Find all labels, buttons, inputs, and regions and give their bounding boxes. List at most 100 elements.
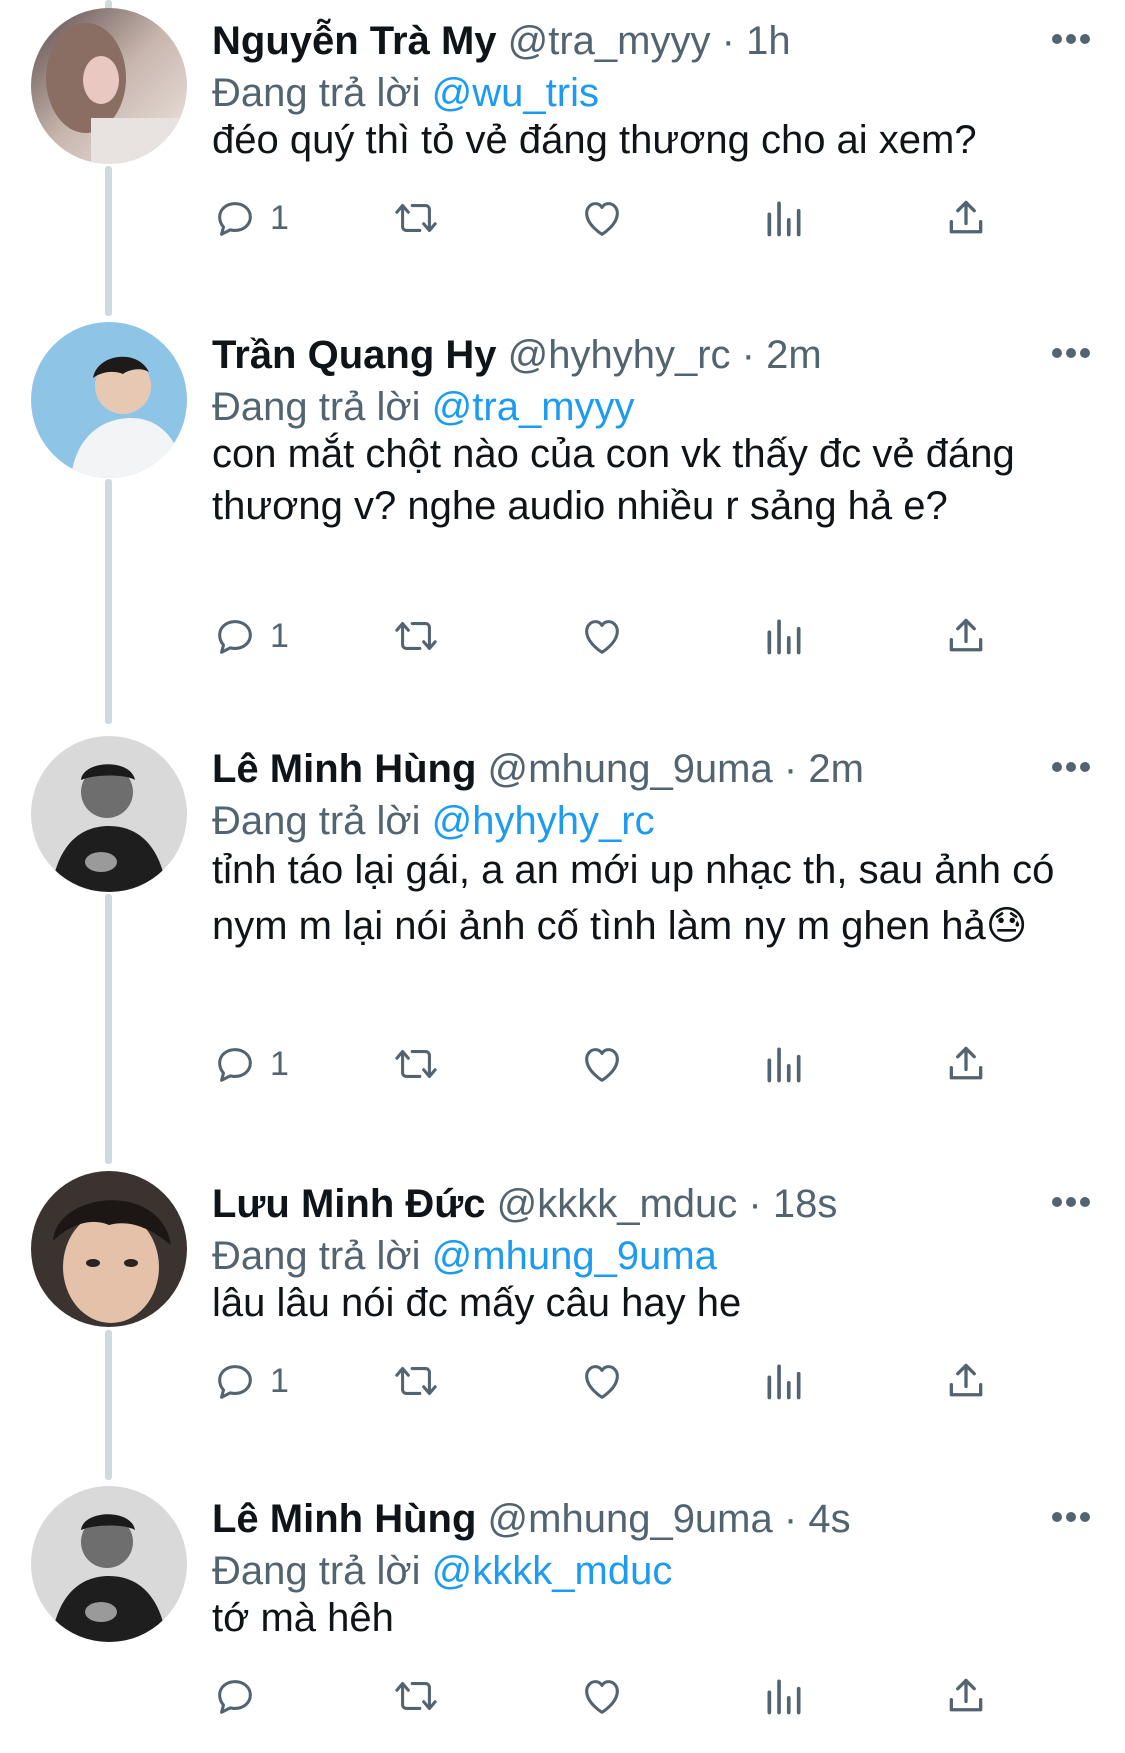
timestamp[interactable]: 4s (808, 1497, 850, 1541)
heart-icon (578, 613, 626, 659)
mention-link[interactable]: @hyhyhy_rc (432, 799, 655, 843)
retweet-icon (390, 1041, 442, 1087)
user-handle[interactable]: @tra_myyy (508, 19, 711, 63)
share-button[interactable] (944, 608, 988, 664)
display-name[interactable]: Nguyễn Trà My (212, 19, 497, 63)
heart-icon (578, 1358, 626, 1404)
action-bar: 1 (212, 1036, 1012, 1092)
like-button[interactable] (578, 190, 626, 246)
replying-label: Đang trả lời (212, 71, 421, 115)
replying-label: Đang trả lời (212, 1234, 421, 1278)
replying-to: Đang trả lời @wu_tris (212, 68, 599, 118)
share-icon (944, 1673, 988, 1719)
like-button[interactable] (578, 1036, 626, 1092)
retweet-button[interactable] (390, 1036, 442, 1092)
avatar[interactable] (31, 322, 187, 478)
like-button[interactable] (578, 608, 626, 664)
separator-dot: · (783, 747, 798, 791)
user-handle[interactable]: @hyhyhy_rc (508, 333, 731, 377)
replying-to: Đang trả lời @kkkk_mduc (212, 1546, 672, 1596)
thread-line (105, 479, 112, 724)
replying-label: Đang trả lời (212, 799, 421, 843)
replying-to: Đang trả lời @hyhyhy_rc (212, 796, 655, 846)
tweet-header: Lê Minh Hùng @mhung_9uma · 2m (212, 744, 1125, 794)
avatar[interactable] (31, 8, 187, 164)
avatar[interactable] (31, 1171, 187, 1327)
avatar[interactable] (31, 736, 187, 892)
tweet-text: lâu lâu nói đc mấy câu hay he (212, 1281, 742, 1325)
share-icon (944, 195, 988, 241)
retweet-button[interactable] (390, 608, 442, 664)
more-icon[interactable] (1051, 1195, 1091, 1209)
share-button[interactable] (944, 190, 988, 246)
action-bar: 1 (212, 1353, 1012, 1409)
retweet-button[interactable] (390, 1353, 442, 1409)
share-button[interactable] (944, 1036, 988, 1092)
action-bar: 1 (212, 608, 1012, 664)
reply-count: 1 (270, 198, 289, 237)
display-name[interactable]: Lê Minh Hùng (212, 1497, 476, 1541)
retweet-icon (390, 1673, 442, 1719)
analytics-button[interactable] (762, 190, 806, 246)
more-icon[interactable] (1051, 32, 1091, 46)
like-button[interactable] (578, 1353, 626, 1409)
analytics-button[interactable] (762, 1036, 806, 1092)
retweet-button[interactable] (390, 1668, 442, 1724)
mention-link[interactable]: @mhung_9uma (432, 1234, 717, 1278)
retweet-icon (390, 613, 442, 659)
timestamp[interactable]: 2m (766, 333, 822, 377)
like-button[interactable] (578, 1668, 626, 1724)
share-button[interactable] (944, 1668, 988, 1724)
mention-link[interactable]: @tra_myyy (432, 385, 635, 429)
reply-icon (212, 1041, 258, 1087)
heart-icon (578, 1041, 626, 1087)
reply-button[interactable]: 1 (212, 1353, 289, 1409)
reply-button[interactable]: 1 (212, 608, 289, 664)
analytics-button[interactable] (762, 1353, 806, 1409)
more-icon[interactable] (1051, 760, 1091, 774)
mention-link[interactable]: @kkkk_mduc (432, 1549, 673, 1593)
separator-dot: · (748, 1182, 762, 1226)
heart-icon (578, 1673, 626, 1719)
analytics-button[interactable] (762, 1668, 806, 1724)
retweet-icon (390, 1358, 442, 1404)
replying-label: Đang trả lời (212, 385, 421, 429)
analytics-icon (762, 195, 806, 241)
reply-button[interactable]: 1 (212, 1036, 289, 1092)
tweet-header: Nguyễn Trà My @tra_myyy · 1h (212, 16, 1125, 66)
replying-to: Đang trả lời @tra_myyy (212, 382, 635, 432)
reply-icon (212, 1358, 258, 1404)
mention-link[interactable]: @wu_tris (432, 71, 599, 115)
timestamp[interactable]: 18s (773, 1182, 838, 1226)
timestamp[interactable]: 2m (808, 747, 864, 791)
more-icon[interactable] (1051, 1510, 1091, 1524)
tweet-text: con mắt chột nào của con vk thấy đc vẻ đ… (212, 432, 1015, 528)
display-name[interactable]: Lê Minh Hùng (212, 747, 476, 791)
share-icon (944, 1041, 988, 1087)
share-icon (944, 613, 988, 659)
display-name[interactable]: Trần Quang Hy (212, 333, 497, 377)
reply-icon (212, 195, 258, 241)
avatar[interactable] (31, 1486, 187, 1642)
user-handle[interactable]: @mhung_9uma (488, 1497, 773, 1541)
tweet-header: Trần Quang Hy @hyhyhy_rc · 2m (212, 330, 1125, 380)
reply-button[interactable] (212, 1668, 270, 1724)
analytics-icon (762, 1358, 806, 1404)
tweet-header: Lê Minh Hùng @mhung_9uma · 4s (212, 1494, 1125, 1544)
user-handle[interactable]: @mhung_9uma (488, 747, 773, 791)
retweet-button[interactable] (390, 190, 442, 246)
thread-line (105, 1330, 112, 1480)
tweet-text: đéo quý thì tỏ vẻ đáng thương cho ai xem… (212, 118, 977, 162)
display-name[interactable]: Lưu Minh Đức (212, 1182, 485, 1226)
thread-line (105, 894, 112, 1164)
user-handle[interactable]: @kkkk_mduc (497, 1182, 738, 1226)
reply-button[interactable]: 1 (212, 190, 289, 246)
more-icon[interactable] (1051, 346, 1091, 360)
reply-count: 1 (270, 616, 289, 655)
tweet-text: tỉnh táo lại gái, a an mới up nhạc th, s… (212, 848, 1055, 948)
share-button[interactable] (944, 1353, 988, 1409)
action-bar: 1 (212, 190, 1012, 246)
separator-dot: · (741, 333, 755, 377)
timestamp[interactable]: 1h (746, 19, 791, 63)
analytics-button[interactable] (762, 608, 806, 664)
